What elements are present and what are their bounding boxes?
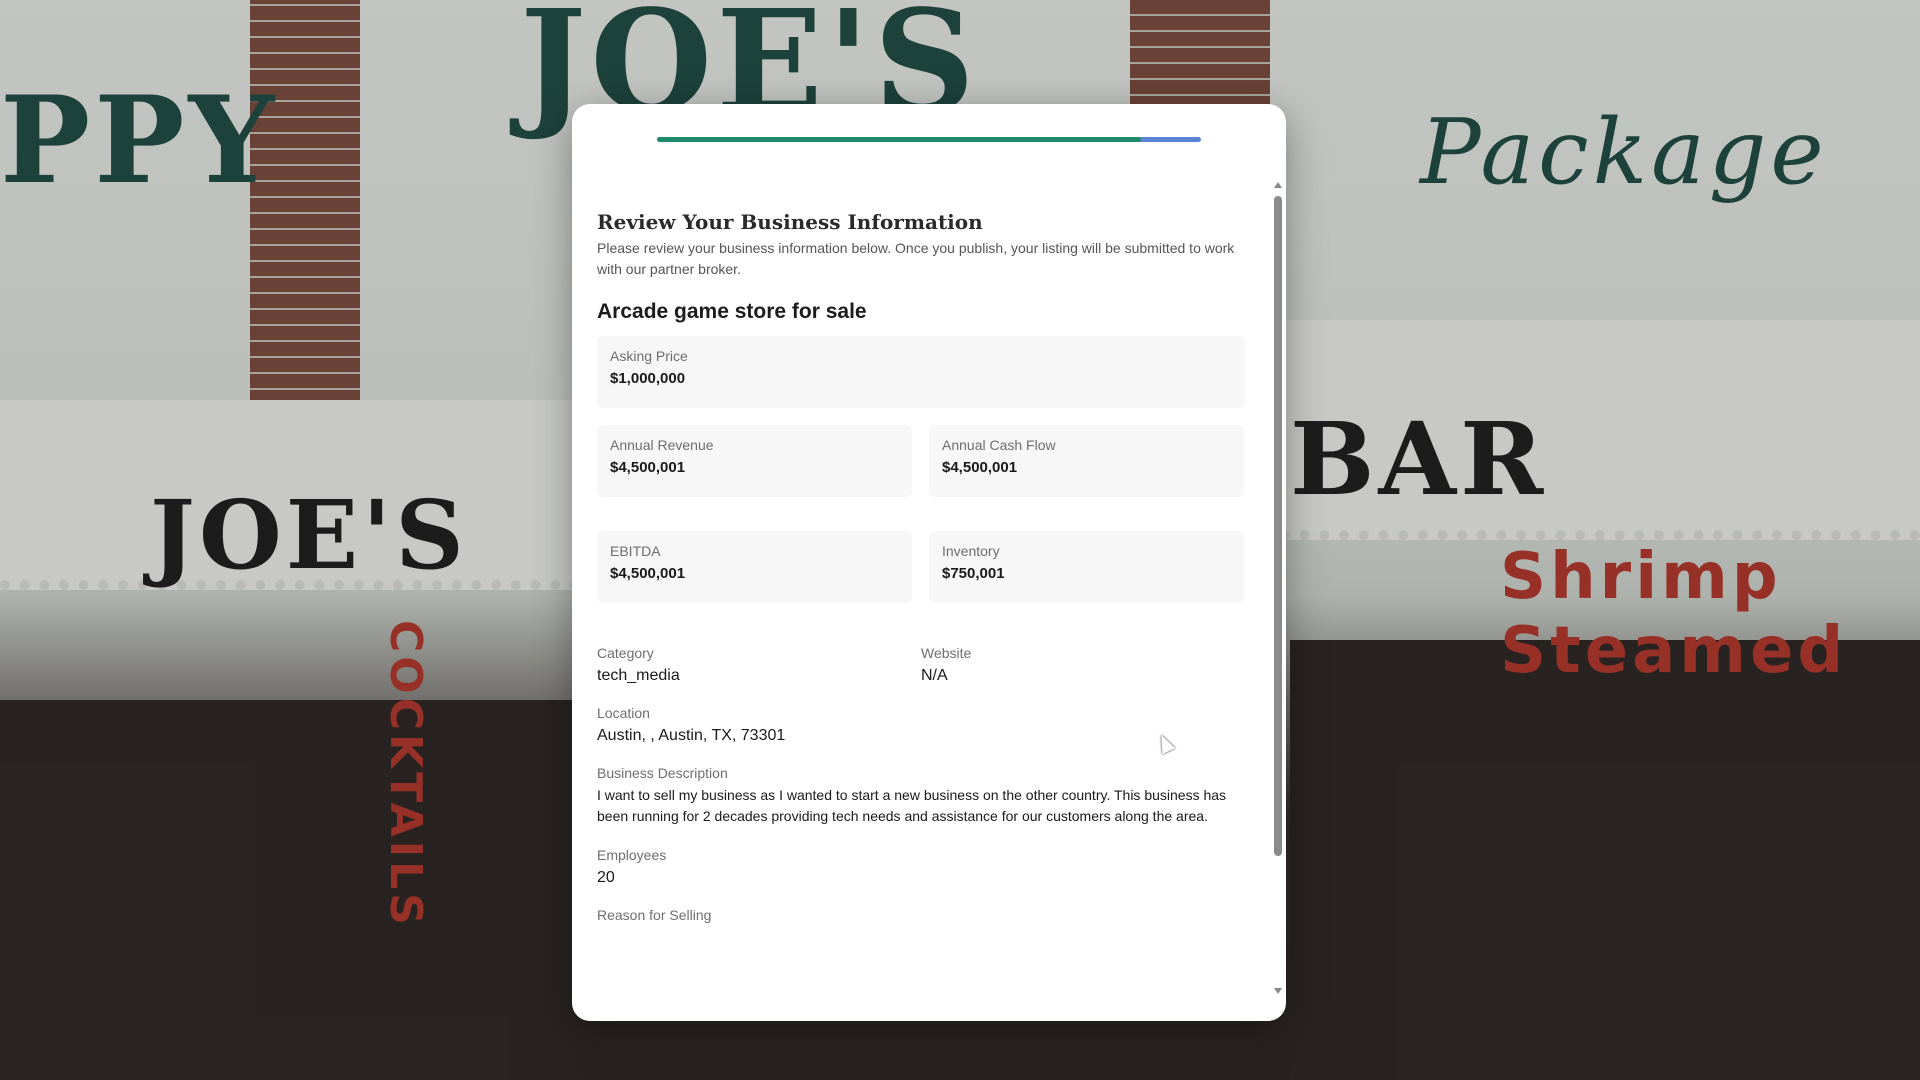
scrollbar-thumb[interactable] [1274,196,1282,856]
reason-field: Reason for Selling [597,907,1247,923]
ebitda-card: EBITDA $4,500,001 [597,531,912,603]
annual-cash-flow-label: Annual Cash Flow [942,437,1056,453]
category-field: Category tech_media [597,645,921,685]
annual-cash-flow-value: $4,500,001 [942,459,1018,476]
employees-field: Employees 20 [597,847,1247,887]
ebitda-label: EBITDA [610,543,661,559]
annual-revenue-label: Annual Revenue [610,437,714,453]
inventory-card: Inventory $750,001 [929,531,1244,603]
employees-value: 20 [597,869,615,886]
description-value: I want to sell my business as I wanted t… [597,787,1227,824]
website-field: Website N/A [921,645,1245,685]
annual-cash-flow-card: Annual Cash Flow $4,500,001 [929,425,1244,497]
scroll-up-arrow-icon[interactable] [1274,182,1282,188]
location-field: Location Austin, , Austin, TX, 73301 [597,705,1247,745]
review-modal: Review Your Business Information Please … [572,104,1286,1021]
location-value: Austin, , Austin, TX, 73301 [597,727,786,744]
progress-bar [657,137,1201,142]
listing-title: Arcade game store for sale [597,300,867,323]
asking-price-label: Asking Price [610,348,688,364]
annual-revenue-value: $4,500,001 [610,459,686,476]
website-label: Website [921,645,972,661]
page-subtitle: Please review your business information … [597,240,1235,277]
inventory-label: Inventory [942,543,1000,559]
annual-revenue-card: Annual Revenue $4,500,001 [597,425,912,497]
scrollbar[interactable] [1272,182,1284,994]
scroll-down-arrow-icon[interactable] [1274,988,1282,994]
description-label: Business Description [597,765,728,781]
asking-price-value: $1,000,000 [610,370,686,387]
location-label: Location [597,705,650,721]
reason-label: Reason for Selling [597,907,712,923]
description-field: Business Description I want to sell my b… [597,765,1247,827]
category-value: tech_media [597,667,680,684]
ebitda-value: $4,500,001 [610,565,686,582]
review-content[interactable]: Review Your Business Information Please … [597,186,1247,1006]
progress-bar-fill [657,137,1142,142]
employees-label: Employees [597,847,667,863]
category-label: Category [597,645,654,661]
inventory-value: $750,001 [942,565,1005,582]
website-value: N/A [921,667,948,684]
asking-price-card: Asking Price $1,000,000 [597,336,1245,408]
page-title: Review Your Business Information [597,210,983,234]
